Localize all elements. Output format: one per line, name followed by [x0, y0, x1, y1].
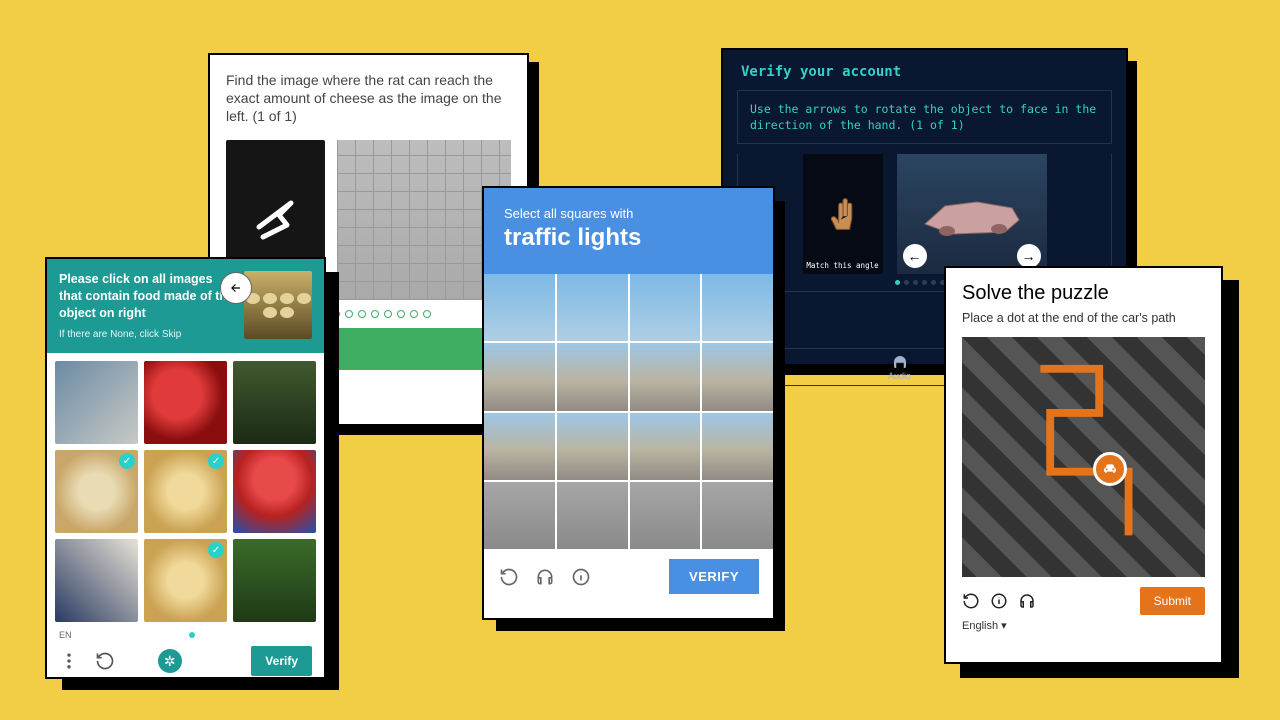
rotate-left-button[interactable]: ←: [903, 244, 927, 268]
recaptcha-prompt-target: traffic lights: [504, 224, 753, 252]
hcaptcha-header: Please click on all images that contain …: [47, 259, 324, 353]
check-icon: ✓: [208, 453, 224, 469]
hand-icon: [821, 192, 865, 236]
recaptcha-tile[interactable]: [702, 274, 773, 341]
hcaptcha-tile[interactable]: [233, 450, 316, 533]
hcaptcha-tile[interactable]: [144, 361, 227, 444]
hcaptcha-tile[interactable]: [55, 361, 138, 444]
recaptcha-grid: [484, 274, 773, 549]
headphones-icon[interactable]: [1018, 592, 1036, 610]
menu-icon[interactable]: [59, 651, 79, 671]
hcaptcha-tile[interactable]: [55, 539, 138, 622]
recaptcha-tile[interactable]: [702, 343, 773, 410]
rotate-caption: Match this angle: [803, 261, 883, 270]
hcaptcha-challenge: Please click on all images that contain …: [45, 257, 326, 679]
check-icon: ✓: [208, 542, 224, 558]
hcaptcha-grid: ✓ ✓ ✓: [47, 353, 324, 630]
recaptcha-prompt-prefix: Select all squares with: [504, 206, 753, 221]
arkose-instruction: Place a dot at the end of the car's path: [962, 311, 1205, 325]
recaptcha-verify-button[interactable]: VERIFY: [669, 559, 759, 594]
arrow-left-icon: [229, 281, 243, 295]
recaptcha-tile[interactable]: [484, 482, 555, 549]
hcaptcha-tile[interactable]: ✓: [144, 450, 227, 533]
rotate-reference-image: Match this angle: [803, 154, 883, 274]
rotate-right-button[interactable]: →: [1017, 244, 1041, 268]
recaptcha-tile[interactable]: [557, 482, 628, 549]
hcaptcha-prompt: Please click on all images that contain …: [59, 271, 236, 322]
reload-icon[interactable]: [962, 592, 980, 610]
recaptcha-tile[interactable]: [630, 482, 701, 549]
arkose-submit-button[interactable]: Submit: [1140, 587, 1205, 615]
recaptcha-tile[interactable]: [630, 413, 701, 480]
rotate-title: Verify your account: [723, 50, 1126, 84]
car-3d-icon: [917, 184, 1027, 244]
cheese-count-glyph: [251, 195, 301, 245]
recaptcha-tile[interactable]: [484, 413, 555, 480]
reload-icon[interactable]: [95, 651, 115, 671]
recaptcha-footer: VERIFY: [484, 549, 773, 604]
hcaptcha-logo-icon[interactable]: ✲: [158, 649, 182, 673]
recaptcha-audio-button[interactable]: [534, 566, 556, 588]
recaptcha-tile[interactable]: [702, 482, 773, 549]
recaptcha-reload-button[interactable]: [498, 566, 520, 588]
recaptcha-challenge: Select all squares with traffic lights V…: [482, 186, 775, 620]
hcaptcha-footer: ✲ Verify: [47, 640, 324, 686]
arkose-title: Solve the puzzle: [962, 282, 1205, 305]
hcaptcha-tile[interactable]: [233, 361, 316, 444]
hcaptcha-tile[interactable]: ✓: [144, 539, 227, 622]
recaptcha-info-button[interactable]: [570, 566, 592, 588]
arkose-challenge-image[interactable]: [962, 337, 1205, 577]
recaptcha-header: Select all squares with traffic lights: [484, 188, 773, 274]
recaptcha-tile[interactable]: [557, 413, 628, 480]
arkose-challenge: Solve the puzzle Place a dot at the end …: [944, 266, 1223, 664]
hcaptcha-reference-image: [244, 271, 312, 339]
rotate-challenge-image[interactable]: ← →: [897, 154, 1047, 274]
car-path: [962, 337, 1205, 577]
maze-instruction: Find the image where the rat can reach t…: [226, 71, 511, 126]
recaptcha-tile[interactable]: [484, 343, 555, 410]
recaptcha-tile[interactable]: [702, 413, 773, 480]
recaptcha-tile[interactable]: [484, 274, 555, 341]
hcaptcha-language-label[interactable]: EN: [59, 630, 72, 640]
info-icon: [571, 567, 591, 587]
reload-icon: [499, 567, 519, 587]
hcaptcha-tile[interactable]: ✓: [55, 450, 138, 533]
info-icon[interactable]: [990, 592, 1008, 610]
hcaptcha-verify-button[interactable]: Verify: [251, 646, 312, 676]
arkose-footer: Submit: [962, 587, 1205, 615]
recaptcha-tile[interactable]: [557, 343, 628, 410]
maze-prev-button[interactable]: [220, 272, 252, 304]
recaptcha-tile[interactable]: [557, 274, 628, 341]
headphones-icon: [891, 353, 909, 371]
recaptcha-tile[interactable]: [630, 343, 701, 410]
rotate-instruction: Use the arrows to rotate the object to f…: [737, 90, 1112, 144]
hcaptcha-skip-hint: If there are None, click Skip: [59, 328, 236, 342]
hcaptcha-progress-dot: [189, 632, 195, 638]
recaptcha-tile[interactable]: [630, 274, 701, 341]
arkose-language-select[interactable]: English: [962, 619, 1205, 632]
check-icon: ✓: [119, 453, 135, 469]
headphones-icon: [535, 567, 555, 587]
hcaptcha-tile[interactable]: [233, 539, 316, 622]
